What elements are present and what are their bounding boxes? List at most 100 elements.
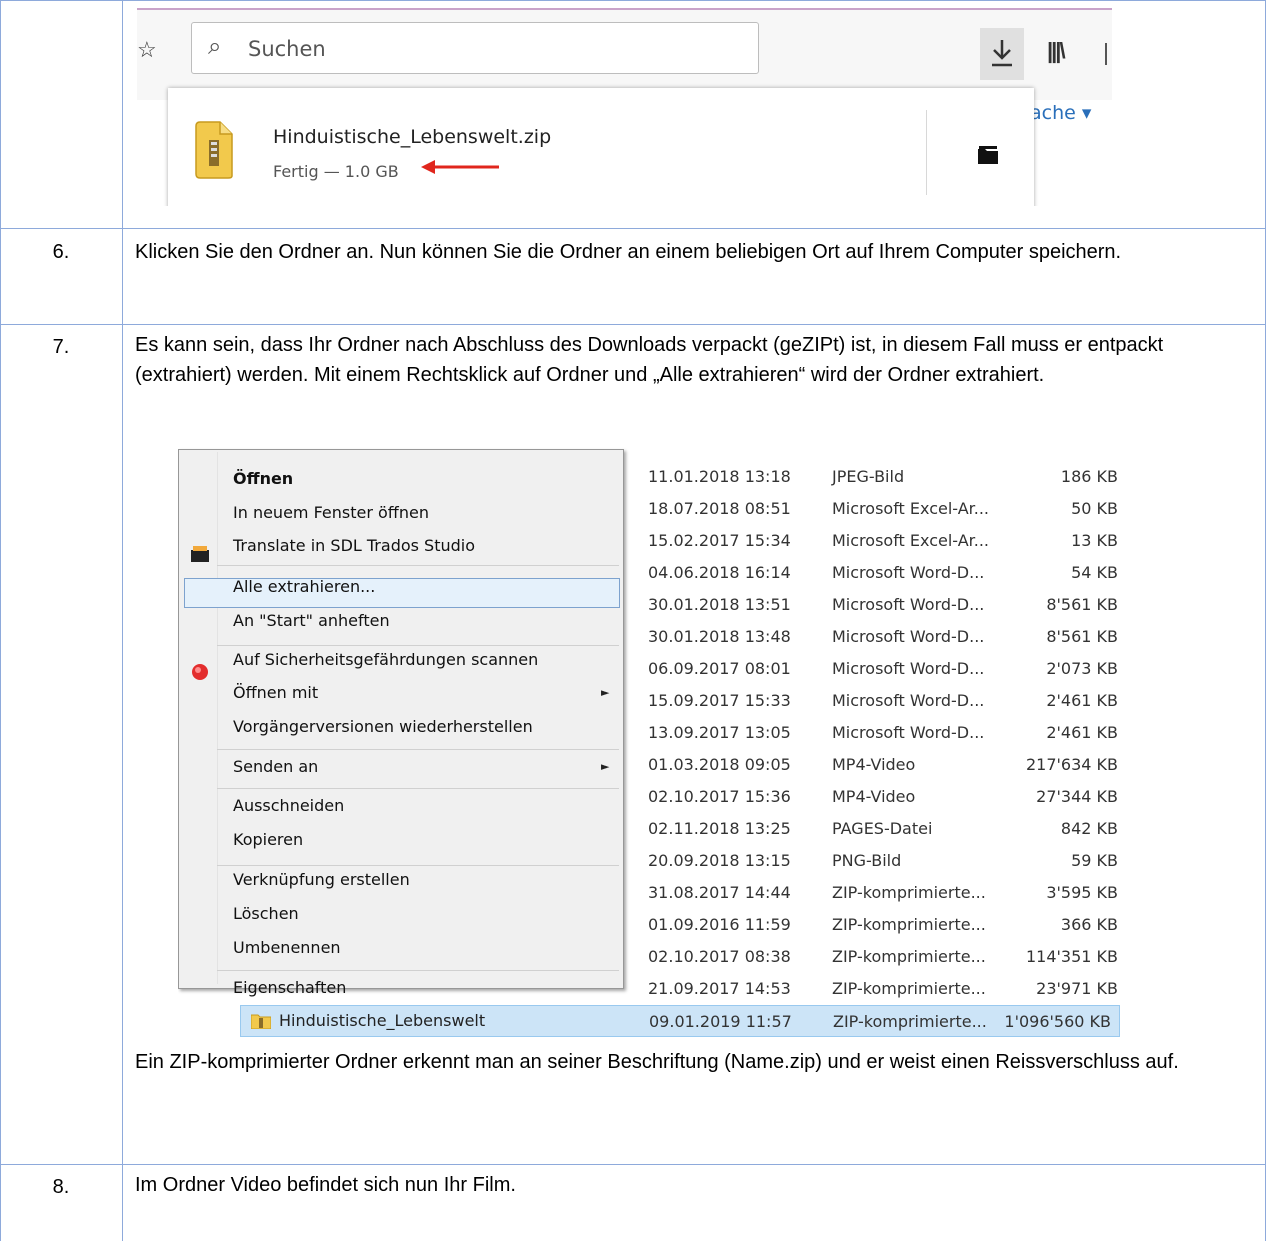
- file-type: Microsoft Word-D...: [832, 659, 985, 678]
- submenu-arrow-icon: ►: [601, 686, 610, 699]
- file-type: Microsoft Word-D...: [832, 595, 985, 614]
- file-type: JPEG-Bild: [832, 467, 905, 486]
- menu-item-cut[interactable]: Ausschneiden: [233, 796, 344, 815]
- file-date: 21.09.2017 14:53: [648, 979, 791, 998]
- menu-item-send-to[interactable]: Senden an: [233, 757, 318, 776]
- step-number-7: 7.: [52, 336, 70, 358]
- library-icon[interactable]: |||\: [1047, 38, 1066, 64]
- menu-item-security-scan[interactable]: Auf Sicherheitsgefährdungen scannen: [233, 650, 538, 669]
- menu-separator: [217, 970, 619, 971]
- menu-item-extract-all[interactable]: Alle extrahieren...: [233, 577, 375, 596]
- file-size: 217'634 KB: [1025, 755, 1118, 774]
- file-type: PNG-Bild: [832, 851, 902, 870]
- explorer-context-menu-screenshot: 11.01.2018 13:18 JPEG-Bild 186 KB 18.07.201…: [178, 445, 1126, 1038]
- file-date: 30.01.2018 13:51: [648, 595, 791, 614]
- file-type: ZIP-komprimierte...: [832, 979, 986, 998]
- file-type: Microsoft Excel-Ar...: [832, 531, 990, 550]
- step-note-7: Ein ZIP-komprimierter Ordner erkennt man…: [135, 1051, 1179, 1073]
- context-menu: Öffnen In neuem Fenster öffnen Translate i…: [178, 449, 624, 997]
- download-status: Fertig — 1.0 GB: [273, 162, 399, 181]
- file-size: 186 KB: [1060, 467, 1118, 486]
- search-icon: ⌕: [208, 33, 222, 60]
- menu-icon-column: [217, 452, 218, 984]
- security-scan-icon: [192, 664, 208, 680]
- file-size: 2'461 KB: [1046, 691, 1118, 710]
- table-left-border: [0, 0, 1, 1241]
- file-type: ZIP-komprimierte...: [832, 883, 986, 902]
- file-size: 2'461 KB: [1046, 723, 1118, 742]
- file-size: 59 KB: [1071, 851, 1118, 870]
- file-date: 18.07.2018 08:51: [648, 499, 791, 518]
- panel-separator: [926, 110, 927, 195]
- menu-separator: [217, 645, 619, 646]
- open-folder-icon[interactable]: [978, 146, 998, 164]
- trados-icon: [191, 546, 209, 562]
- partial-link[interactable]: ache ▾: [1030, 102, 1091, 124]
- file-type: Microsoft Word-D...: [832, 627, 985, 646]
- toolbar-edge: [1105, 43, 1107, 65]
- menu-separator: [217, 565, 619, 566]
- menu-item-create-shortcut[interactable]: Verknüpfung erstellen: [233, 870, 410, 889]
- step-text-6: Klicken Sie den Ordner an. Nun können Si…: [135, 241, 1122, 263]
- menu-item-pin-to-start[interactable]: An "Start" anheften: [233, 611, 390, 630]
- file-type: MP4-Video: [832, 755, 916, 774]
- file-type: ZIP-komprimierte...: [832, 947, 986, 966]
- file-size: 3'595 KB: [1046, 883, 1118, 902]
- file-size: 366 KB: [1060, 915, 1118, 934]
- search-input[interactable]: ⌕ Suchen: [191, 22, 759, 74]
- menu-item-open-new-window[interactable]: In neuem Fenster öffnen: [233, 503, 429, 522]
- row-divider-8: [0, 1164, 1266, 1165]
- menu-item-properties[interactable]: Eigenschaften: [233, 978, 346, 997]
- file-date: 13.09.2017 13:05: [648, 723, 791, 742]
- file-size: 23'971 KB: [1036, 979, 1118, 998]
- download-filename[interactable]: Hinduistische_Lebenswelt.zip: [273, 126, 551, 148]
- selected-file-size: 1'096'560 KB: [1004, 1012, 1111, 1031]
- file-date: 02.11.2018 13:25: [648, 819, 791, 838]
- menu-item-rename[interactable]: Umbenennen: [233, 938, 341, 957]
- menu-item-restore-previous-versions[interactable]: Vorgängerversionen wiederherstellen: [233, 717, 533, 736]
- file-date: 31.08.2017 14:44: [648, 883, 791, 902]
- file-type: Microsoft Word-D...: [832, 723, 985, 742]
- red-arrow-icon: [421, 160, 499, 174]
- selected-file-name: Hinduistische_Lebenswelt: [279, 1011, 486, 1030]
- bookmark-star-icon[interactable]: ☆: [137, 35, 167, 65]
- menu-item-translate-trados[interactable]: Translate in SDL Trados Studio: [233, 536, 475, 555]
- file-date: 30.01.2018 13:48: [648, 627, 791, 646]
- downloads-panel: Hinduistische_Lebenswelt.zip Fertig — 1.…: [168, 88, 1034, 206]
- zip-folder-icon: [195, 121, 233, 179]
- file-type: Microsoft Word-D...: [832, 691, 985, 710]
- row-divider-7: [0, 324, 1266, 325]
- selected-file-type: ZIP-komprimierte...: [833, 1012, 987, 1031]
- file-size: 54 KB: [1071, 563, 1118, 582]
- menu-item-open[interactable]: Öffnen: [233, 469, 293, 488]
- menu-separator: [217, 865, 619, 866]
- file-type: MP4-Video: [832, 787, 916, 806]
- file-size: 8'561 KB: [1046, 595, 1118, 614]
- file-size: 114'351 KB: [1025, 947, 1118, 966]
- search-placeholder: Suchen: [248, 37, 326, 61]
- downloads-button[interactable]: [980, 28, 1024, 80]
- step-text-7: Es kann sein, dass Ihr Ordner nach Absch…: [135, 334, 1164, 386]
- row-divider-top: [0, 0, 1266, 1]
- file-date: 20.09.2018 13:15: [648, 851, 791, 870]
- file-date: 02.10.2017 15:36: [648, 787, 791, 806]
- menu-item-open-with[interactable]: Öffnen mit: [233, 683, 318, 702]
- download-arrow-icon: [992, 40, 1012, 67]
- row-divider-6: [0, 228, 1266, 229]
- file-date: 01.09.2016 11:59: [648, 915, 791, 934]
- step-number-8: 8.: [52, 1176, 70, 1198]
- menu-separator: [217, 749, 619, 750]
- selected-file-row[interactable]: Hinduistische_Lebenswelt 09.01.2019 11:5…: [240, 1005, 1120, 1037]
- file-date: 01.03.2018 09:05: [648, 755, 791, 774]
- zip-folder-icon: [251, 1014, 271, 1029]
- menu-item-delete[interactable]: Löschen: [233, 904, 299, 923]
- file-size: 842 KB: [1060, 819, 1118, 838]
- file-date: 11.01.2018 13:18: [648, 467, 791, 486]
- table-column-divider: [122, 0, 123, 1241]
- file-date: 06.09.2017 08:01: [648, 659, 791, 678]
- file-type: PAGES-Datei: [832, 819, 933, 838]
- menu-item-copy[interactable]: Kopieren: [233, 830, 303, 849]
- file-size: 13 KB: [1071, 531, 1118, 550]
- submenu-arrow-icon: ►: [601, 760, 610, 773]
- file-size: 27'344 KB: [1036, 787, 1118, 806]
